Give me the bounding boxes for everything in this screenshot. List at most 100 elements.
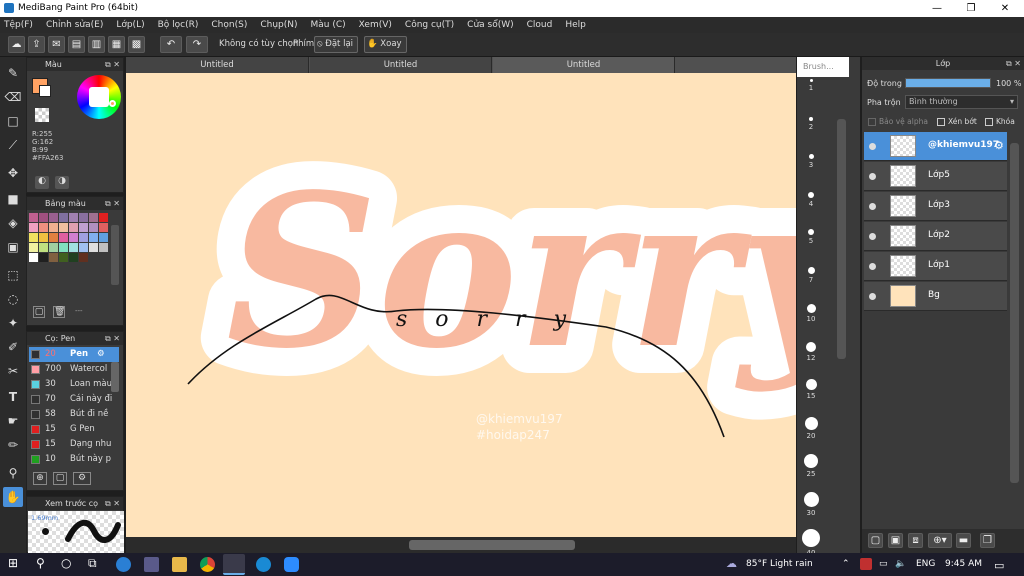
eyedropper-tool-icon[interactable]: ⚲: [3, 463, 23, 483]
palette-swatch[interactable]: [89, 223, 98, 232]
palette-swatch[interactable]: [29, 213, 38, 222]
doc-tab-3[interactable]: Untitled: [493, 57, 675, 73]
lock-checkbox[interactable]: [985, 118, 993, 126]
visibility-eye-icon[interactable]: [869, 203, 876, 210]
panel-buttons-icon[interactable]: ⧉ ✕: [105, 497, 120, 510]
close-button[interactable]: ✕: [988, 0, 1022, 17]
visibility-eye-icon[interactable]: [869, 263, 876, 270]
palette-swatch[interactable]: [39, 233, 48, 242]
visibility-eye-icon[interactable]: [869, 173, 876, 180]
palette-swatch[interactable]: [99, 213, 108, 222]
palette-swatch[interactable]: [59, 253, 68, 262]
weather-text[interactable]: 85°F Light rain: [746, 559, 813, 569]
palette-swatch[interactable]: [99, 253, 108, 262]
brush-size-option[interactable]: 4: [797, 191, 825, 208]
gradient-tool-icon[interactable]: ▣: [3, 237, 23, 257]
select-eraser-tool-icon[interactable]: ✂: [3, 361, 23, 381]
new-color-layer-icon[interactable]: ▣: [888, 533, 903, 548]
palette-swatch[interactable]: [89, 233, 98, 242]
transparent-color-swatch[interactable]: [35, 108, 49, 122]
cloud-icon[interactable]: ☁: [8, 36, 25, 53]
palette-swatch[interactable]: [59, 223, 68, 232]
rotate-button[interactable]: ✋ Xoay: [364, 36, 407, 53]
gear-icon[interactable]: ⚙: [97, 347, 105, 362]
new-file-icon[interactable]: ▤: [68, 36, 85, 53]
panel-buttons-icon[interactable]: ⧉ ✕: [1006, 57, 1021, 70]
clock[interactable]: 9:45 AM: [945, 559, 982, 569]
palette-swatch[interactable]: [29, 253, 38, 262]
panel-buttons-icon[interactable]: ⧉ ✕: [105, 332, 120, 345]
menu-layer[interactable]: Lớp(L): [116, 20, 144, 30]
duplicate-layer-icon[interactable]: ❐: [980, 533, 995, 548]
add-layer-menu-icon[interactable]: ⊕▾: [928, 533, 952, 548]
skype-icon[interactable]: [256, 557, 271, 572]
new-layer-icon[interactable]: ▢: [868, 533, 883, 548]
eraser-tool-icon[interactable]: ⌫: [3, 87, 23, 107]
palette-swatch[interactable]: [59, 233, 68, 242]
color-picker-icon[interactable]: ◐: [35, 176, 49, 189]
move-tool-icon[interactable]: ✥: [3, 163, 23, 183]
doc-tab-1[interactable]: Untitled: [126, 57, 309, 73]
layer-row[interactable]: Lớp2: [864, 222, 1007, 251]
menu-select[interactable]: Chọn(S): [211, 20, 247, 30]
protect-alpha-checkbox[interactable]: [868, 118, 876, 126]
layer-row[interactable]: Bg: [864, 282, 1007, 311]
minimize-button[interactable]: —: [920, 0, 954, 17]
palette-swatch[interactable]: [69, 233, 78, 242]
palette-swatch[interactable]: [89, 253, 98, 262]
medibang-taskbar-icon[interactable]: [223, 554, 245, 575]
palette-swatch[interactable]: [49, 213, 58, 222]
menu-filter[interactable]: Bộ lọc(R): [158, 20, 199, 30]
brush-size-scrollbar[interactable]: [837, 119, 846, 359]
text-tool-icon[interactable]: T: [3, 387, 23, 407]
palette-swatch[interactable]: [59, 243, 68, 252]
copy-brush-icon[interactable]: ▢: [53, 472, 67, 485]
share-icon[interactable]: ⇪: [28, 36, 45, 53]
select-pen-tool-icon[interactable]: ✐: [3, 337, 23, 357]
brush-size-option[interactable]: 12: [797, 341, 825, 362]
visibility-eye-icon[interactable]: [869, 293, 876, 300]
brush-size-option[interactable]: 1: [797, 79, 825, 92]
brush-item[interactable]: 58 Bút đi nề: [29, 407, 119, 422]
palette-swatch[interactable]: [79, 253, 88, 262]
palette-swatch[interactable]: [69, 253, 78, 262]
add-brush-icon[interactable]: ⊕: [33, 472, 47, 485]
windows-start-icon[interactable]: ⊞: [8, 556, 18, 570]
palette-swatch[interactable]: [49, 223, 58, 232]
horizontal-scrollbar[interactable]: [126, 537, 796, 553]
panel-buttons-icon[interactable]: ⧉ ✕: [105, 197, 120, 210]
menu-cloud[interactable]: Cloud: [527, 20, 553, 30]
layer-scrollbar[interactable]: [1010, 143, 1019, 483]
layer-row[interactable]: Lớp3: [864, 192, 1007, 221]
battery-icon[interactable]: ▭: [879, 559, 888, 569]
brush-size-option[interactable]: 2: [797, 116, 825, 131]
magic-wand-tool-icon[interactable]: ✦: [3, 313, 23, 333]
brush-item[interactable]: 15 G Pen: [29, 422, 119, 437]
store-icon[interactable]: [144, 557, 159, 572]
doc-tab-2[interactable]: Untitled: [310, 57, 492, 73]
brush-size-option[interactable]: 20: [797, 416, 825, 440]
palette-swatch[interactable]: [39, 223, 48, 232]
grid-icon[interactable]: ▦: [108, 36, 125, 53]
chrome-icon[interactable]: [200, 557, 215, 572]
palette-swatch[interactable]: [89, 243, 98, 252]
tiles-icon[interactable]: ▩: [128, 36, 145, 53]
menu-help[interactable]: Help: [565, 20, 586, 30]
palette-swatch[interactable]: [79, 233, 88, 242]
palette-swatch[interactable]: [39, 213, 48, 222]
menu-view[interactable]: Xem(V): [359, 20, 392, 30]
layer-row[interactable]: @khiemvu197 ⚙: [864, 132, 1007, 161]
brush-size-option[interactable]: 3: [797, 154, 825, 169]
undo-icon[interactable]: ↶: [160, 36, 182, 53]
menu-tools[interactable]: Công cụ(T): [405, 20, 454, 30]
brush-tool-icon[interactable]: ✎: [3, 63, 23, 83]
palette-swatch[interactable]: [29, 243, 38, 252]
edge-icon[interactable]: [116, 557, 131, 572]
palette-swatch[interactable]: [99, 223, 108, 232]
menu-edit[interactable]: Chỉnh sửa(E): [46, 20, 103, 30]
brush-size-option[interactable]: 15: [797, 379, 825, 400]
secondary-color-swatch[interactable]: [39, 85, 51, 97]
visibility-eye-icon[interactable]: [869, 233, 876, 240]
brush-size-option[interactable]: 10: [797, 304, 825, 323]
new-palette-icon[interactable]: ▢: [33, 306, 45, 318]
